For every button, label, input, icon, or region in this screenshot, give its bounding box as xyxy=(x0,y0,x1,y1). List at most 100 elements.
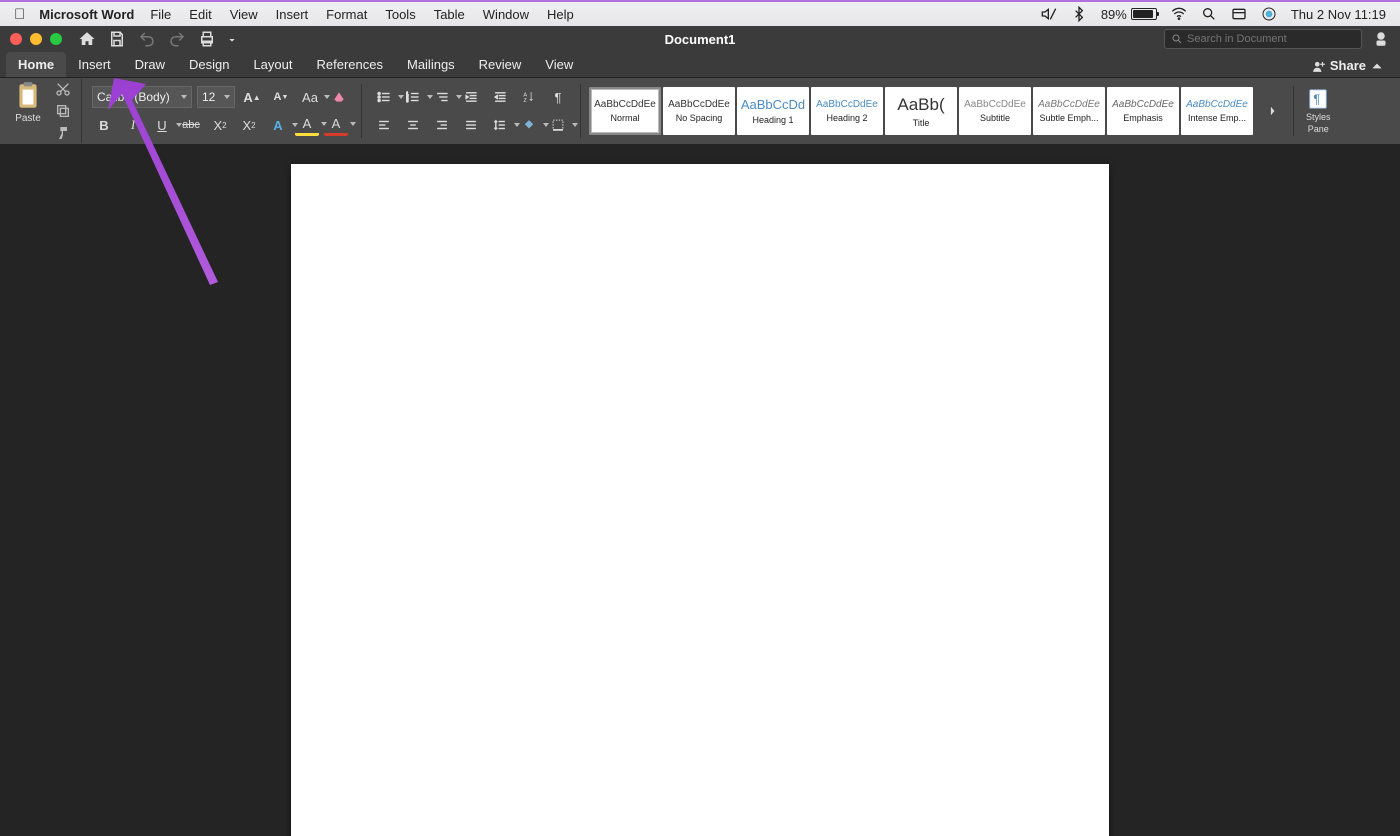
document-area[interactable] xyxy=(0,144,1400,836)
style-heading-2[interactable]: AaBbCcDdEeHeading 2 xyxy=(811,87,883,135)
clock[interactable]: Thu 2 Nov 11:19 xyxy=(1291,7,1386,22)
style-subtitle[interactable]: AaBbCcDdEeSubtitle xyxy=(959,87,1031,135)
cut-icon[interactable] xyxy=(55,81,71,97)
share-icon xyxy=(1312,59,1326,73)
search-field[interactable] xyxy=(1187,33,1355,45)
close-button[interactable] xyxy=(10,33,22,45)
borders-icon[interactable] xyxy=(546,114,570,136)
increase-font-icon[interactable]: A▲ xyxy=(240,86,264,108)
undo-icon[interactable] xyxy=(138,30,156,48)
tab-design[interactable]: Design xyxy=(177,52,241,77)
copy-icon[interactable] xyxy=(55,103,71,119)
tab-insert[interactable]: Insert xyxy=(66,52,123,77)
siri-icon[interactable] xyxy=(1261,6,1277,22)
increase-indent-icon[interactable] xyxy=(488,86,512,108)
search-input[interactable] xyxy=(1164,29,1362,49)
minimize-button[interactable] xyxy=(30,33,42,45)
ribbon: Paste Calibri (Body) 12 A▲ A▼ Aa B I U a… xyxy=(0,78,1400,144)
style-emphasis[interactable]: AaBbCcDdEeEmphasis xyxy=(1107,87,1179,135)
style-title[interactable]: AaBb(Title xyxy=(885,87,957,135)
style-subtle-emph-[interactable]: AaBbCcDdEeSubtle Emph... xyxy=(1033,87,1105,135)
document-page[interactable] xyxy=(291,164,1109,836)
tab-draw[interactable]: Draw xyxy=(123,52,177,77)
svg-text:3: 3 xyxy=(406,98,409,103)
decrease-font-icon[interactable]: A▼ xyxy=(269,86,293,108)
subscript-icon[interactable]: X2 xyxy=(208,114,232,136)
text-effects-icon[interactable]: A xyxy=(266,114,290,136)
line-spacing-icon[interactable] xyxy=(488,114,512,136)
search-icon xyxy=(1171,33,1183,45)
tab-view[interactable]: View xyxy=(533,52,585,77)
font-color-icon[interactable]: A xyxy=(324,114,348,136)
align-right-icon[interactable] xyxy=(430,114,454,136)
justify-icon[interactable] xyxy=(459,114,483,136)
menu-window[interactable]: Window xyxy=(483,7,529,22)
paste-label: Paste xyxy=(15,113,41,124)
styles-pane-button[interactable]: ¶ Styles Pane xyxy=(1302,88,1335,134)
tab-mailings[interactable]: Mailings xyxy=(395,52,467,77)
align-center-icon[interactable] xyxy=(401,114,425,136)
shading-icon[interactable] xyxy=(517,114,541,136)
share-label: Share xyxy=(1330,58,1366,73)
menu-help[interactable]: Help xyxy=(547,7,574,22)
share-button[interactable]: Share xyxy=(1302,54,1394,77)
apple-icon[interactable]:  xyxy=(14,6,25,23)
bold-icon[interactable]: B xyxy=(92,114,116,136)
styles-gallery: AaBbCcDdEeNormalAaBbCcDdEeNo SpacingAaBb… xyxy=(587,85,1255,137)
numbering-icon[interactable]: 123 xyxy=(401,86,425,108)
menu-table[interactable]: Table xyxy=(434,7,465,22)
app-name[interactable]: Microsoft Word xyxy=(39,7,134,22)
tab-review[interactable]: Review xyxy=(467,52,534,77)
mac-menu-bar:  Microsoft Word File Edit View Insert F… xyxy=(0,0,1400,26)
underline-icon[interactable]: U xyxy=(150,114,174,136)
save-icon[interactable] xyxy=(108,30,126,48)
bullets-icon[interactable] xyxy=(372,86,396,108)
format-painter-icon[interactable] xyxy=(55,125,71,141)
sort-icon[interactable]: AZ xyxy=(517,86,541,108)
menu-view[interactable]: View xyxy=(230,7,258,22)
feedback-icon[interactable] xyxy=(1372,30,1390,48)
tab-layout[interactable]: Layout xyxy=(241,52,304,77)
highlight-icon[interactable]: A xyxy=(295,114,319,136)
strikethrough-icon[interactable]: abc xyxy=(179,114,203,136)
menu-tools[interactable]: Tools xyxy=(385,7,415,22)
control-center-icon[interactable] xyxy=(1231,6,1247,22)
superscript-icon[interactable]: X2 xyxy=(237,114,261,136)
style-heading-1[interactable]: AaBbCcDdHeading 1 xyxy=(737,87,809,135)
tab-references[interactable]: References xyxy=(305,52,395,77)
change-case-icon[interactable]: Aa xyxy=(298,86,322,108)
svg-text:¶: ¶ xyxy=(1314,92,1321,107)
multilevel-list-icon[interactable] xyxy=(430,86,454,108)
redo-icon[interactable] xyxy=(168,30,186,48)
menu-file[interactable]: File xyxy=(150,7,171,22)
qat-customize-icon[interactable] xyxy=(228,30,236,48)
show-marks-icon[interactable]: ¶ xyxy=(546,86,570,108)
home-icon[interactable] xyxy=(78,30,96,48)
battery-status[interactable]: 89% xyxy=(1101,7,1157,22)
tab-home[interactable]: Home xyxy=(6,52,66,77)
italic-icon[interactable]: I xyxy=(121,114,145,136)
clear-formatting-icon[interactable] xyxy=(327,86,351,108)
style-intense-emp-[interactable]: AaBbCcDdEeIntense Emp... xyxy=(1181,87,1253,135)
styles-more-icon[interactable] xyxy=(1261,100,1285,122)
menu-format[interactable]: Format xyxy=(326,7,367,22)
decrease-indent-icon[interactable] xyxy=(459,86,483,108)
battery-icon xyxy=(1131,8,1157,20)
print-icon[interactable] xyxy=(198,30,216,48)
style-no-spacing[interactable]: AaBbCcDdEeNo Spacing xyxy=(663,87,735,135)
menu-edit[interactable]: Edit xyxy=(189,7,211,22)
group-font: Calibri (Body) 12 A▲ A▼ Aa B I U abc X2 … xyxy=(88,84,362,138)
wifi-icon[interactable] xyxy=(1171,6,1187,22)
group-paragraph: 123 AZ ¶ xyxy=(368,84,581,138)
window-title-bar: Document1 xyxy=(0,26,1400,52)
font-name-combo[interactable]: Calibri (Body) xyxy=(92,86,192,108)
paste-button[interactable]: Paste xyxy=(10,81,46,124)
style-normal[interactable]: AaBbCcDdEeNormal xyxy=(589,87,661,135)
align-left-icon[interactable] xyxy=(372,114,396,136)
mute-icon[interactable] xyxy=(1041,6,1057,22)
maximize-button[interactable] xyxy=(50,33,62,45)
menu-insert[interactable]: Insert xyxy=(276,7,309,22)
font-size-combo[interactable]: 12 xyxy=(197,86,235,108)
spotlight-icon[interactable] xyxy=(1201,6,1217,22)
bluetooth-icon[interactable] xyxy=(1071,6,1087,22)
